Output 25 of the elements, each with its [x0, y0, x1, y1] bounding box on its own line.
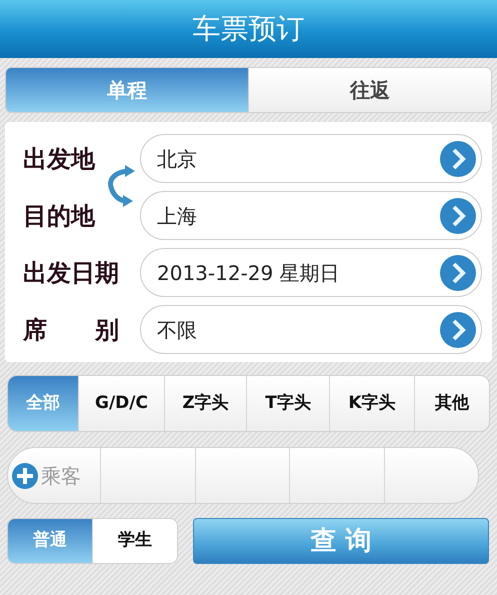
chevron-right-icon [440, 140, 476, 176]
field-value: 不限 [157, 316, 198, 344]
field-value: 上海 [157, 202, 198, 230]
train-type-tab[interactable]: T字头 [246, 376, 329, 431]
ticket-type-tab[interactable]: 学生 [92, 519, 177, 563]
train-type-tab[interactable]: G/D/C [78, 376, 164, 431]
field-label: 出发日期 [23, 258, 120, 288]
chevron-right-icon [440, 254, 476, 290]
select-field[interactable]: 北京 [140, 134, 482, 183]
chevron-right-icon [440, 198, 476, 234]
plus-icon [11, 462, 39, 490]
trip-type-tab[interactable]: 往返 [248, 68, 491, 112]
field-label: 目的地 [23, 200, 96, 232]
field-label: 出发地 [23, 144, 96, 174]
screen-title: 车票预订 [192, 11, 304, 47]
train-type-tab[interactable]: 其他 [414, 376, 489, 431]
train-type-tab[interactable]: Z字头 [164, 376, 246, 431]
field-label: 席 别 [23, 314, 120, 346]
select-field[interactable]: 不限 [140, 305, 482, 354]
chevron-right-icon [440, 312, 476, 348]
select-field[interactable]: 上海 [140, 191, 482, 240]
field-value: 2013-12-29 星期日 [157, 260, 341, 286]
select-field[interactable]: 2013-12-29 星期日 [140, 248, 482, 297]
field-value: 北京 [157, 146, 198, 172]
train-type-tab[interactable]: K字头 [329, 376, 414, 431]
